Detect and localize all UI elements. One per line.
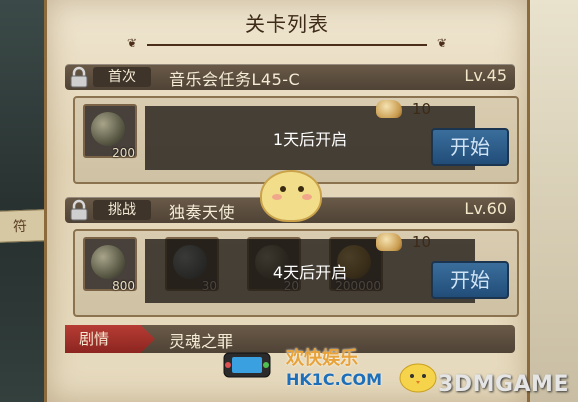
lock-icon bbox=[67, 65, 91, 89]
stage-header-first-clear: 首次 音乐会任务L45-C Lv.45 bbox=[65, 64, 515, 90]
watermark-url: HK1C.COM bbox=[286, 370, 383, 389]
mascot-watermark-icon bbox=[250, 160, 330, 232]
background-ribbon-text: 符 bbox=[12, 218, 28, 236]
stage-type-tag: 挑战 bbox=[93, 200, 151, 220]
stage-card: 800 30 20 200000 4天后开启 10 开始 bbox=[73, 229, 519, 317]
reward-quantity: 800 bbox=[112, 279, 135, 293]
stage-name: 独奏天使 bbox=[169, 203, 236, 222]
stage-name: 音乐会任务L45-C bbox=[169, 70, 301, 89]
unlock-timer-text: 4天后开启 bbox=[272, 263, 348, 282]
stamina-cost: 10 bbox=[375, 233, 431, 251]
relic-orb-icon bbox=[91, 112, 125, 146]
bread-icon bbox=[375, 100, 402, 118]
watermark-site-text: 欢快娱乐 bbox=[286, 348, 358, 369]
panel-title: 关卡列表 bbox=[245, 12, 329, 36]
start-button[interactable]: 开始 bbox=[431, 261, 509, 299]
watermark-brand: 3DMGAME bbox=[438, 372, 569, 397]
gamepad-phone-icon bbox=[218, 345, 278, 385]
stamina-cost-value: 10 bbox=[411, 233, 431, 251]
reward-quantity: 200 bbox=[112, 146, 135, 160]
relic-orb-icon bbox=[91, 245, 125, 279]
stage-level: Lv.60 bbox=[464, 199, 507, 218]
background-ribbon: 符 bbox=[0, 209, 47, 243]
stamina-cost-value: 10 bbox=[411, 100, 431, 118]
ornament-icon: ❦ bbox=[436, 36, 447, 50]
start-button[interactable]: 开始 bbox=[431, 128, 509, 166]
title-divider: ❦ ❦ bbox=[127, 36, 447, 50]
ornament-icon: ❦ bbox=[127, 36, 138, 50]
stage-type-tag: 首次 bbox=[93, 67, 151, 87]
reward-item[interactable]: 800 bbox=[83, 237, 137, 301]
lock-icon bbox=[67, 198, 91, 222]
bread-icon bbox=[375, 233, 402, 251]
unlock-timer-text: 1天后开启 bbox=[272, 130, 348, 149]
chick-watermark-icon bbox=[396, 356, 440, 394]
stage-level: Lv.45 bbox=[464, 66, 507, 85]
reward-item[interactable]: 200 bbox=[83, 104, 137, 168]
story-tag: 剧情 bbox=[65, 325, 155, 353]
stamina-cost: 10 bbox=[375, 100, 431, 118]
